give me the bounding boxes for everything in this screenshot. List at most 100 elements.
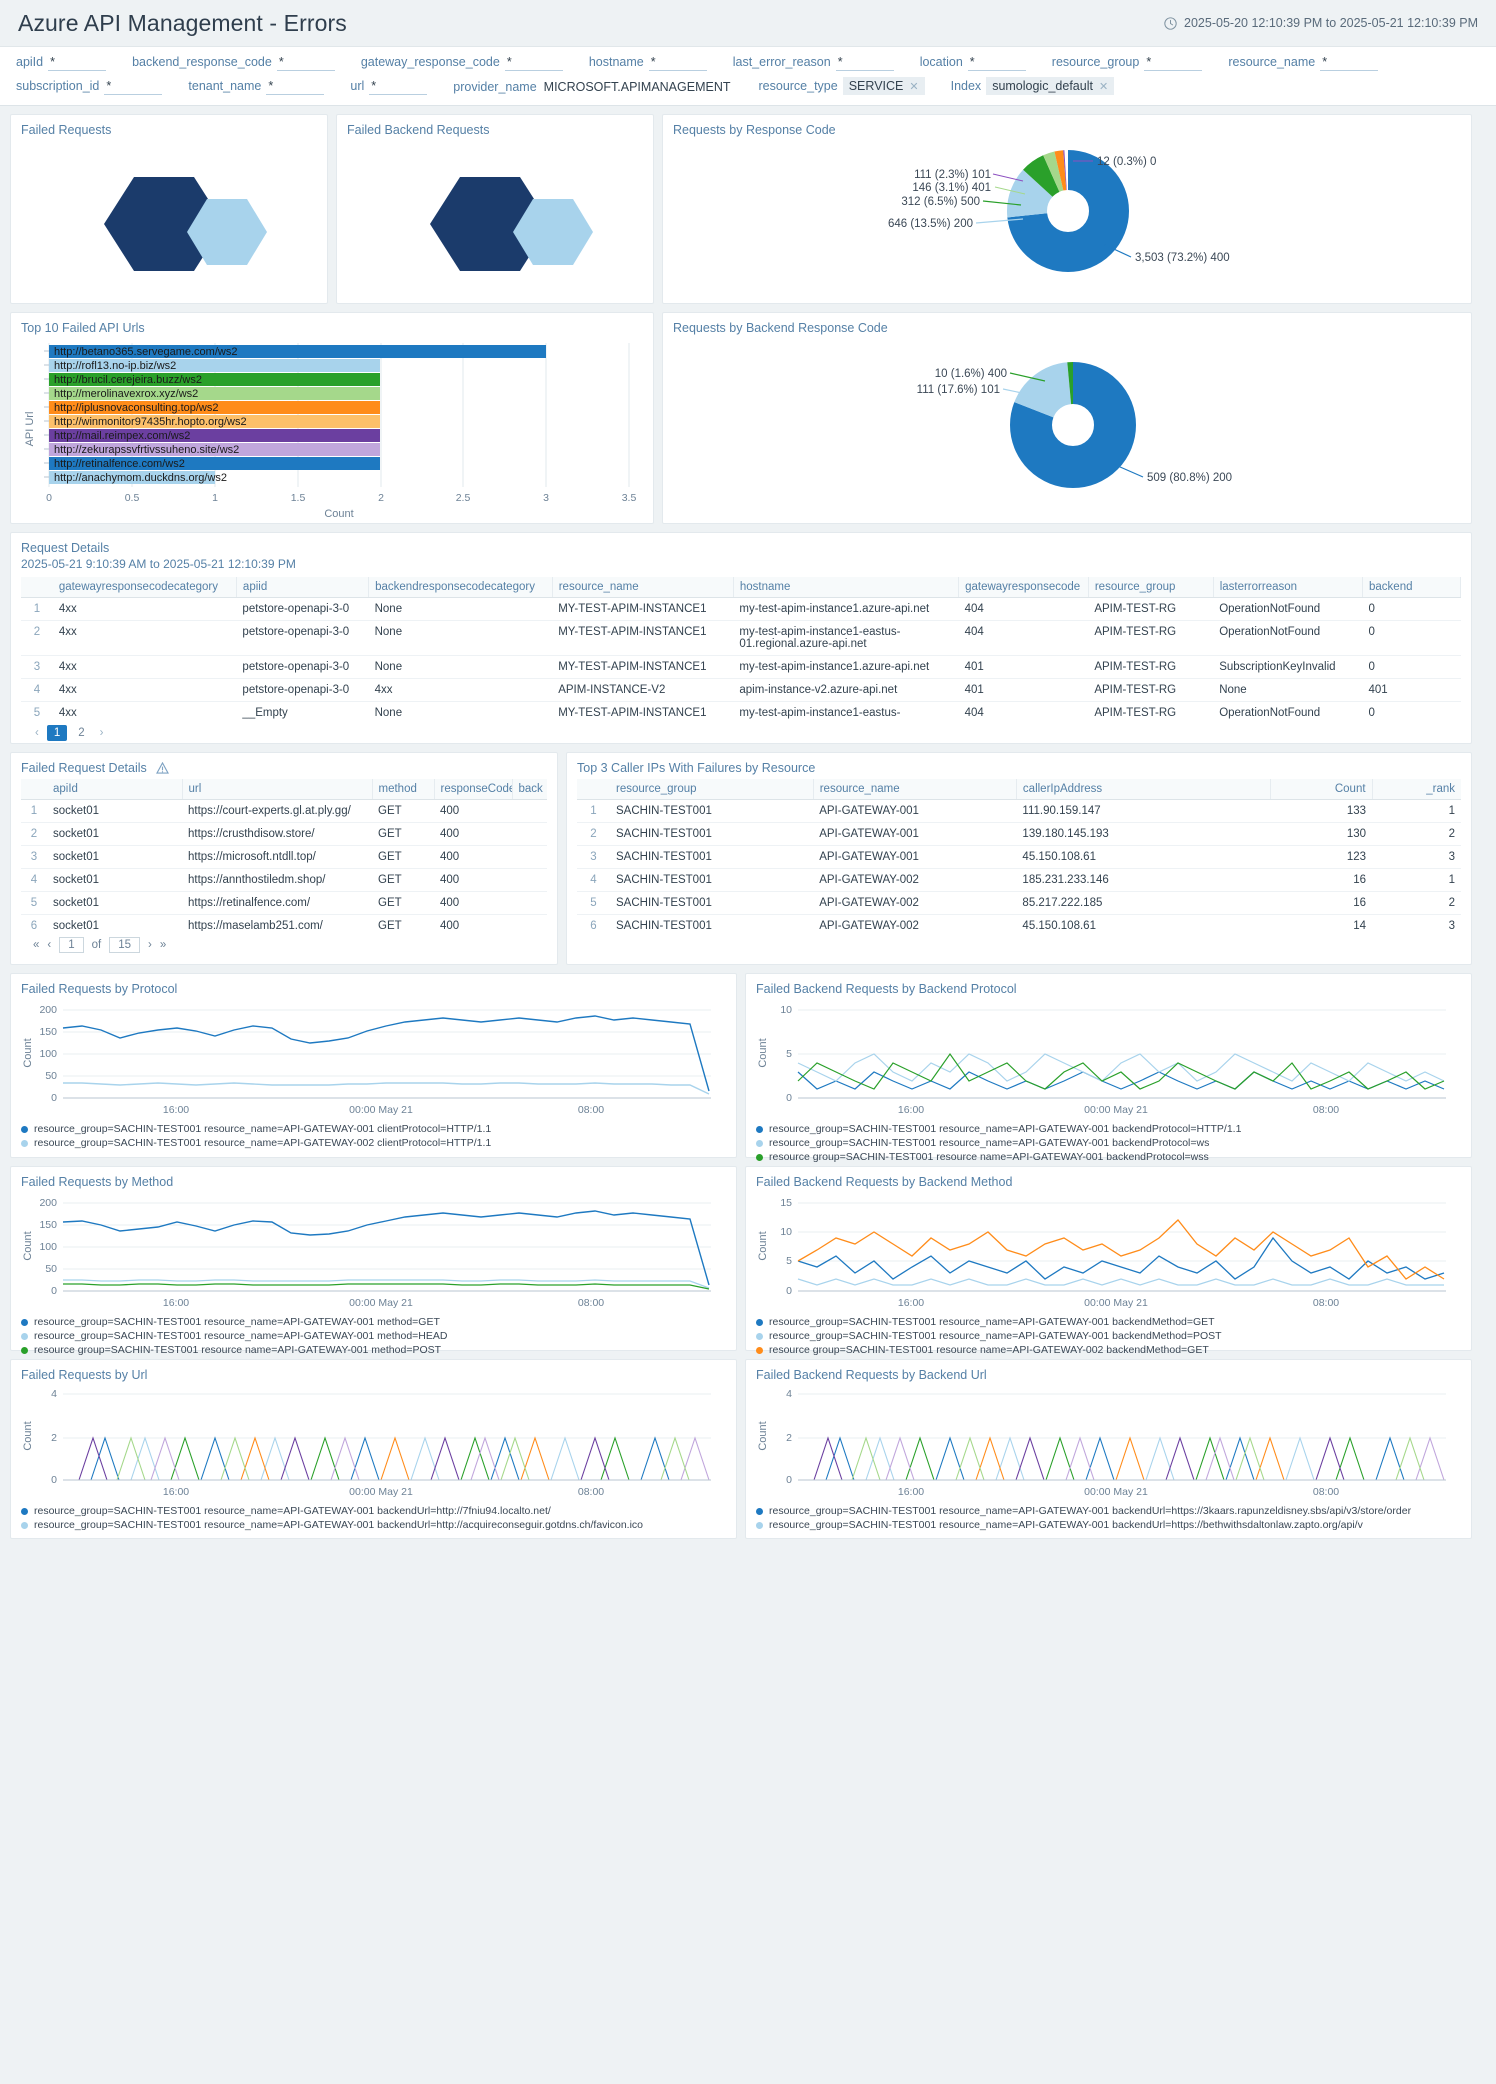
page-number-input[interactable]: 1 xyxy=(59,937,84,953)
legend-item[interactable]: resource_group=SACHIN-TEST001 resource_n… xyxy=(21,1518,726,1532)
table-row[interactable]: 2 SACHIN-TEST001 API-GATEWAY-001 139.180… xyxy=(577,822,1461,846)
col-gatewayresponsecode[interactable]: gatewayresponsecode xyxy=(958,577,1089,598)
filter-resource-group[interactable]: resource_group * xyxy=(1052,55,1203,71)
col-gatewayresponsecodecategory[interactable]: gatewayresponsecodecategory xyxy=(52,577,237,598)
request-details-table-scroll[interactable]: gatewayresponsecodecategory apiid backen… xyxy=(21,577,1461,719)
bar-label: http://betano365.servegame.com/ws2 xyxy=(54,346,237,358)
table-row[interactable]: 3 SACHIN-TEST001 API-GATEWAY-001 45.150.… xyxy=(577,845,1461,869)
close-icon[interactable]: ✕ xyxy=(1099,80,1108,93)
table-row[interactable]: 5 SACHIN-TEST001 API-GATEWAY-002 85.217.… xyxy=(577,891,1461,915)
col-apiid[interactable]: apiId xyxy=(47,779,183,800)
filter-value[interactable]: * xyxy=(369,79,428,95)
warning-icon[interactable] xyxy=(156,762,170,774)
table-row[interactable]: 1 SACHIN-TEST001 API-GATEWAY-001 111.90.… xyxy=(577,799,1461,823)
filter-last-error-reason[interactable]: last_error_reason * xyxy=(733,55,894,71)
filter-value[interactable]: * xyxy=(648,55,707,71)
table-row[interactable]: 4 SACHIN-TEST001 API-GATEWAY-002 185.231… xyxy=(577,868,1461,892)
col-resource-name[interactable]: resource_name xyxy=(813,779,1017,800)
table-row[interactable]: 4 socket01 https://annthostiledm.shop/ G… xyxy=(21,868,547,892)
next-page-button[interactable]: › xyxy=(148,939,152,951)
col-method[interactable]: method xyxy=(372,779,435,800)
filter-value[interactable]: * xyxy=(967,55,1026,71)
legend-item[interactable]: resource group=SACHIN-TEST001 resource n… xyxy=(756,1343,1461,1357)
dashboard-row-2: Top 10 Failed API Urls API Url http://be… xyxy=(10,312,1486,524)
table-row[interactable]: 3 socket01 https://microsoft.ntdll.top/ … xyxy=(21,845,547,869)
col-resource-group[interactable]: resource_group xyxy=(610,779,814,800)
filter-value[interactable]: * xyxy=(104,79,163,95)
filter-resource-name[interactable]: resource_name * xyxy=(1228,55,1379,71)
table-row[interactable]: 1 socket01 https://court-experts.gl.at.p… xyxy=(21,799,547,823)
filter-value[interactable]: * xyxy=(504,55,563,71)
cell: APIM-TEST-RG xyxy=(1088,701,1214,719)
filter-value[interactable]: * xyxy=(276,55,335,71)
filter-value[interactable]: * xyxy=(1144,55,1203,71)
legend-item[interactable]: resource_group=SACHIN-TEST001 resource_n… xyxy=(21,1315,726,1329)
col-hostname[interactable]: hostname xyxy=(733,577,960,598)
next-page-button[interactable]: › xyxy=(96,727,108,739)
col-count[interactable]: Count xyxy=(1270,779,1373,800)
filter-provider-name[interactable]: provider_name MICROSOFT.APIMANAGEMENT xyxy=(453,80,732,95)
table-row[interactable]: 3 4xx petstore-openapi-3-0 None MY-TEST-… xyxy=(21,655,1461,679)
first-page-button[interactable]: « xyxy=(33,939,39,951)
table-row[interactable]: 6 socket01 https://maselamb251.com/ GET … xyxy=(21,914,547,931)
filter-url[interactable]: url * xyxy=(350,79,428,95)
page-button-2[interactable]: 2 xyxy=(71,725,91,741)
filter-index[interactable]: Index sumologic_default ✕ xyxy=(951,77,1115,95)
legend-item[interactable]: resource group=SACHIN-TEST001 resource n… xyxy=(21,1343,726,1357)
col-lasterrorreason[interactable]: lasterrorreason xyxy=(1213,577,1364,598)
failed-request-details-table-scroll[interactable]: apiId url method responseCode back 1 soc… xyxy=(21,779,547,931)
filter-value[interactable]: * xyxy=(266,79,325,95)
col-calleripaddress[interactable]: callerIpAddress xyxy=(1016,779,1271,800)
filter-gateway-response-code[interactable]: gateway_response_code * xyxy=(361,55,563,71)
legend-item[interactable]: resource_group=SACHIN-TEST001 resource_n… xyxy=(756,1315,1461,1329)
filter-chip[interactable]: SERVICE ✕ xyxy=(842,77,925,95)
col-backendresponsecodecategory[interactable]: backendresponsecodecategory xyxy=(368,577,553,598)
legend-item[interactable]: resource_group=SACHIN-TEST001 resource_n… xyxy=(756,1518,1461,1532)
table-row[interactable]: 5 socket01 https://retinalfence.com/ GET… xyxy=(21,891,547,915)
legend-item[interactable]: resource_group=SACHIN-TEST001 resource_n… xyxy=(756,1329,1461,1343)
filter-tenant-name[interactable]: tenant_name * xyxy=(188,79,325,95)
col-backend[interactable]: backend xyxy=(1362,577,1461,598)
legend-item[interactable]: resource_group=SACHIN-TEST001 resource_n… xyxy=(21,1329,726,1343)
top3-caller-ips-table-scroll[interactable]: resource_group resource_name callerIpAdd… xyxy=(577,779,1461,959)
legend-item[interactable]: resource_group=SACHIN-TEST001 resource_n… xyxy=(756,1504,1461,1518)
filter-apiId[interactable]: apiId * xyxy=(16,55,107,71)
col-apiid[interactable]: apiid xyxy=(236,577,370,598)
filter-value[interactable]: * xyxy=(48,55,107,71)
prev-page-button[interactable]: ‹ xyxy=(31,727,43,739)
prev-page-button[interactable]: ‹ xyxy=(47,939,51,951)
close-icon[interactable]: ✕ xyxy=(909,80,918,93)
legend-item[interactable]: resource_group=SACHIN-TEST001 resource_n… xyxy=(756,1136,1461,1150)
col-rank[interactable]: _rank xyxy=(1372,779,1461,800)
col-backend[interactable]: back xyxy=(512,779,547,800)
col-responsecode[interactable]: responseCode xyxy=(434,779,513,800)
legend-item[interactable]: resource_group=SACHIN-TEST001 resource_n… xyxy=(21,1136,726,1150)
filter-value[interactable]: * xyxy=(835,55,894,71)
filter-hostname[interactable]: hostname * xyxy=(589,55,707,71)
table-row[interactable]: 6 SACHIN-TEST001 API-GATEWAY-002 45.150.… xyxy=(577,915,1461,938)
table-row[interactable]: 2 socket01 https://crusthdisow.store/ GE… xyxy=(21,822,547,846)
legend-item[interactable]: resource_group=SACHIN-TEST001 resource_n… xyxy=(21,1504,726,1518)
col-url[interactable]: url xyxy=(182,779,373,800)
filter-location[interactable]: location * xyxy=(920,55,1026,71)
table-row[interactable]: 2 4xx petstore-openapi-3-0 None MY-TEST-… xyxy=(21,620,1461,656)
col-resource-name[interactable]: resource_name xyxy=(552,577,734,598)
legend-item[interactable]: resource group=SACHIN-TEST001 resource n… xyxy=(756,1150,1461,1164)
filter-chip[interactable]: sumologic_default ✕ xyxy=(986,77,1115,95)
time-range-picker[interactable]: 2025-05-20 12:10:39 PM to 2025-05-21 12:… xyxy=(1164,16,1478,30)
dashboard-header: Azure API Management - Errors 2025-05-20… xyxy=(0,0,1496,46)
col-resource-group[interactable]: resource_group xyxy=(1088,577,1214,598)
last-page-button[interactable]: » xyxy=(160,939,166,951)
table-row[interactable]: 5 4xx __Empty None MY-TEST-APIM-INSTANCE… xyxy=(21,701,1461,719)
page-button-1[interactable]: 1 xyxy=(46,725,68,741)
table-row[interactable]: 1 4xx petstore-openapi-3-0 None MY-TEST-… xyxy=(21,597,1461,621)
table-row[interactable]: 4 4xx petstore-openapi-3-0 4xx APIM-INST… xyxy=(21,678,1461,702)
filter-subscription-id[interactable]: subscription_id * xyxy=(16,79,163,95)
legend-item[interactable]: resource_group=SACHIN-TEST001 resource_n… xyxy=(21,1122,726,1136)
legend-item[interactable]: resource_group=SACHIN-TEST001 resource_n… xyxy=(756,1122,1461,1136)
filter-value[interactable]: MICROSOFT.APIMANAGEMENT xyxy=(542,80,733,95)
filter-backend-response-code[interactable]: backend_response_code * xyxy=(132,55,335,71)
filter-resource-type[interactable]: resource_type SERVICE ✕ xyxy=(759,77,925,95)
cell: 4xx xyxy=(52,678,237,702)
filter-value[interactable]: * xyxy=(1320,55,1379,71)
